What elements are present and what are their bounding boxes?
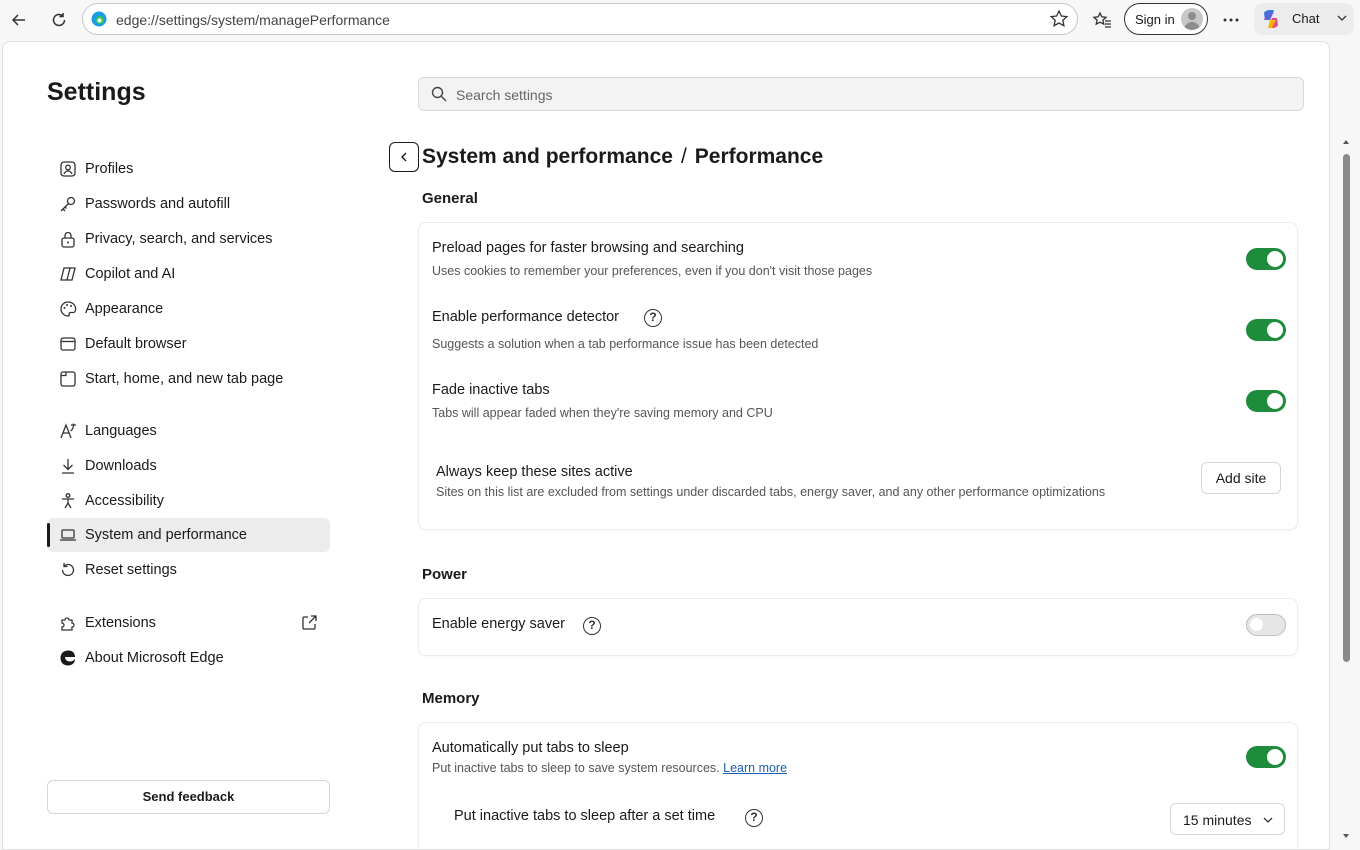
more-options-icon[interactable] — [1217, 6, 1245, 34]
section-heading-general: General — [422, 190, 478, 207]
sign-in-button[interactable]: Sign in — [1124, 3, 1208, 35]
sleep-toggle[interactable] — [1246, 746, 1286, 768]
sleep-title: Automatically put tabs to sleep — [432, 740, 629, 756]
sidebar-item-extensions[interactable]: Extensions — [47, 606, 330, 640]
download-icon — [62, 459, 74, 474]
general-card: Preload pages for faster browsing and se… — [418, 222, 1298, 530]
laptop-icon — [60, 529, 76, 541]
scrollbar-thumb[interactable] — [1343, 154, 1350, 662]
sidebar-item-profiles[interactable]: Profiles — [47, 152, 330, 186]
detector-toggle[interactable] — [1246, 319, 1286, 341]
scroll-up-icon[interactable] — [1342, 138, 1350, 146]
breadcrumb-current: Performance — [694, 145, 824, 168]
help-icon[interactable]: ? — [644, 309, 662, 327]
accessibility-icon — [62, 493, 74, 509]
sidebar-item-appearance[interactable]: Appearance — [47, 292, 330, 326]
send-feedback-button[interactable]: Send feedback — [47, 780, 330, 814]
copilot-icon — [60, 267, 76, 281]
breadcrumb-parent[interactable]: System and performance — [422, 145, 673, 168]
external-link-icon — [302, 615, 317, 630]
sidebar-item-default-browser[interactable]: Default browser — [47, 327, 330, 361]
fade-desc: Tabs will appear faded when they're savi… — [432, 406, 773, 420]
energy-saver-title: Enable energy saver — [432, 616, 565, 632]
energy-saver-toggle[interactable] — [1246, 614, 1286, 636]
breadcrumb: System and performance / Performance — [422, 145, 823, 169]
settings-page: Settings Search settings Profiles Passwo… — [2, 41, 1330, 850]
add-site-button[interactable]: Add site — [1201, 462, 1281, 494]
help-icon[interactable]: ? — [583, 617, 601, 635]
sidebar-item-start-home[interactable]: Start, home, and new tab page — [47, 362, 330, 396]
profile-icon — [60, 161, 76, 177]
section-heading-power: Power — [422, 566, 468, 583]
address-bar[interactable]: edge://settings/system/managePerformance — [82, 3, 1078, 35]
search-settings-input[interactable]: Search settings — [418, 77, 1304, 111]
home-icon — [60, 371, 76, 387]
learn-more-link[interactable]: Learn more — [723, 761, 787, 775]
power-card: Enable energy saver ? — [418, 598, 1298, 656]
back-button[interactable] — [389, 142, 419, 172]
settings-title: Settings — [47, 78, 146, 106]
sidebar-item-accessibility[interactable]: Accessibility — [47, 484, 330, 518]
sidebar-item-system-performance[interactable]: System and performance — [47, 518, 330, 552]
preload-toggle[interactable] — [1246, 248, 1286, 270]
copilot-chat-button[interactable]: Chat — [1254, 3, 1354, 35]
edge-icon — [91, 11, 107, 27]
avatar — [1181, 8, 1203, 30]
keep-active-title: Always keep these sites active — [436, 464, 633, 480]
favorite-star-icon[interactable] — [1049, 9, 1069, 29]
sidebar-item-copilot[interactable]: Copilot and AI — [47, 257, 330, 291]
back-arrow-icon[interactable] — [5, 6, 33, 34]
puzzle-icon — [61, 617, 75, 631]
sidebar-item-passwords[interactable]: Passwords and autofill — [47, 187, 330, 221]
key-icon — [60, 196, 76, 212]
lock-icon — [61, 231, 75, 248]
chevron-down-icon — [1263, 817, 1273, 823]
browser-icon — [60, 337, 76, 351]
page-scrollbar[interactable] — [1340, 136, 1352, 850]
chevron-left-icon — [401, 152, 407, 162]
help-icon[interactable]: ? — [745, 809, 763, 827]
breadcrumb-separator: / — [680, 145, 687, 168]
sleep-desc: Put inactive tabs to sleep to save syste… — [432, 761, 788, 775]
active-indicator — [47, 523, 50, 547]
palette-icon — [60, 301, 77, 317]
section-heading-memory: Memory — [422, 690, 480, 707]
detector-title: Enable performance detector — [432, 309, 619, 325]
sleep-after-select[interactable]: 15 minutes — [1170, 803, 1285, 835]
preload-title: Preload pages for faster browsing and se… — [432, 240, 744, 256]
scroll-down-icon[interactable] — [1342, 832, 1350, 840]
edge-icon — [60, 650, 75, 666]
sidebar-item-privacy[interactable]: Privacy, search, and services — [47, 222, 330, 256]
sidebar-item-reset[interactable]: Reset settings — [47, 553, 330, 587]
copilot-icon — [1264, 10, 1278, 28]
language-icon — [60, 423, 76, 439]
refresh-icon[interactable] — [45, 6, 73, 34]
detector-desc: Suggests a solution when a tab performan… — [432, 337, 819, 351]
sidebar-item-downloads[interactable]: Downloads — [47, 449, 330, 483]
url-text: edge://settings/system/managePerformance — [116, 12, 390, 28]
sidebar-item-languages[interactable]: Languages — [47, 414, 330, 448]
preload-desc: Uses cookies to remember your preference… — [432, 264, 873, 278]
sleep-after-title: Put inactive tabs to sleep after a set t… — [454, 808, 716, 824]
favorites-icon[interactable] — [1088, 6, 1116, 34]
fade-toggle[interactable] — [1246, 390, 1286, 412]
fade-title: Fade inactive tabs — [432, 382, 550, 398]
chevron-down-icon — [1337, 15, 1347, 21]
browser-toolbar: edge://settings/system/managePerformance… — [0, 0, 1360, 40]
reset-icon — [61, 563, 75, 577]
memory-card: Automatically put tabs to sleep Put inac… — [418, 722, 1298, 849]
sidebar-item-about[interactable]: About Microsoft Edge — [47, 641, 330, 675]
search-icon — [431, 86, 447, 102]
keep-active-desc: Sites on this list are excluded from set… — [436, 485, 1106, 499]
